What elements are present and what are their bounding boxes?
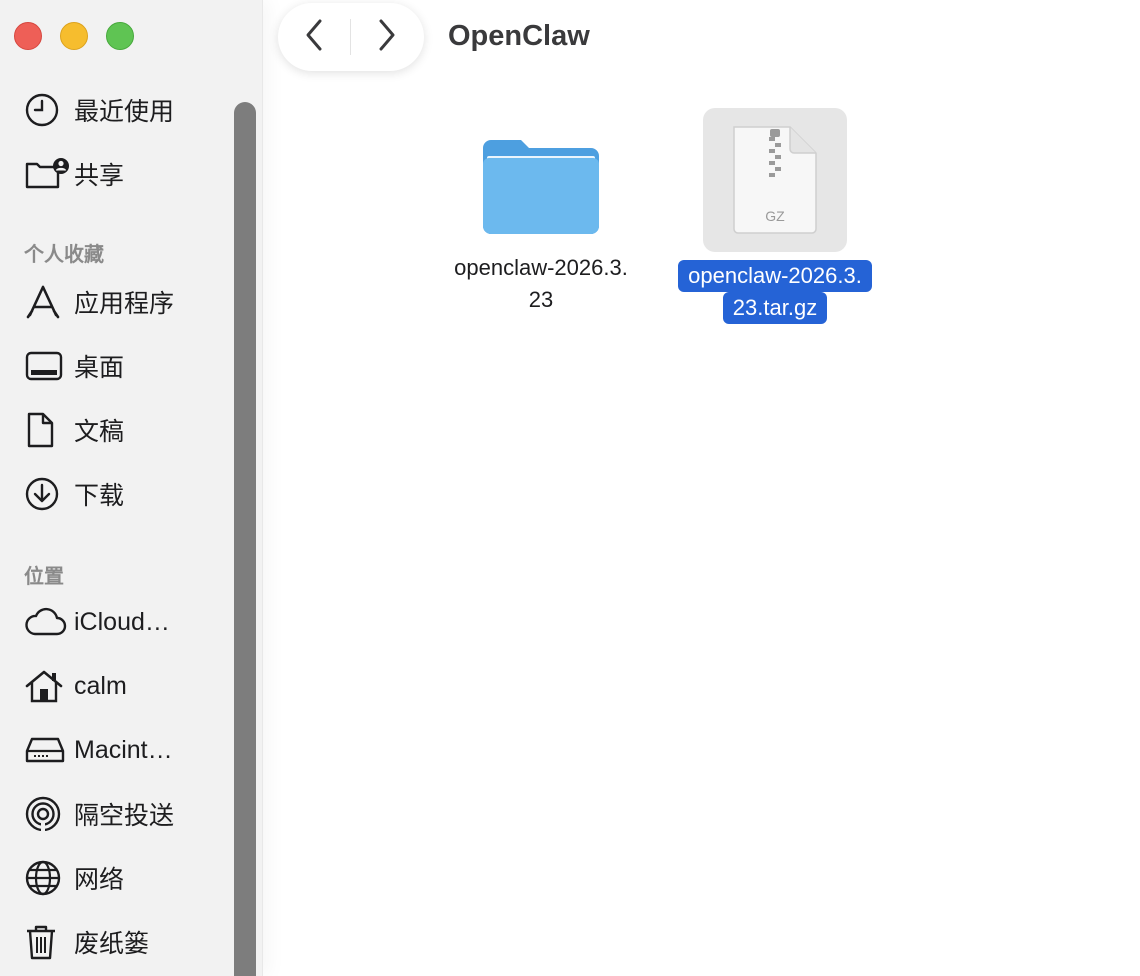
file-item-archive[interactable]: GZ openclaw-2026.3. 23.tar.gz xyxy=(660,108,890,324)
sidebar-item-label: 废纸篓 xyxy=(74,930,150,958)
home-icon xyxy=(24,666,74,706)
sidebar-item-label: 文稿 xyxy=(74,418,125,446)
sidebar-item-label: 应用程序 xyxy=(74,290,175,318)
sidebar-item-applications[interactable]: 应用程序 xyxy=(24,278,224,326)
sidebar-item-label: 网络 xyxy=(74,866,125,894)
trash-icon xyxy=(24,922,74,962)
minimize-button[interactable] xyxy=(60,22,88,50)
document-icon xyxy=(24,410,74,450)
folder-icon xyxy=(469,120,613,252)
sidebar-item-desktop[interactable]: 桌面 xyxy=(24,342,224,390)
sidebar-item-recents[interactable]: 最近使用 xyxy=(24,86,224,134)
sidebar-item-icloud[interactable]: iCloud… xyxy=(24,598,224,646)
sidebar-item-home[interactable]: calm xyxy=(24,662,224,710)
close-button[interactable] xyxy=(14,22,42,50)
sidebar-item-label: calm xyxy=(74,671,127,700)
sidebar-item-label: iCloud… xyxy=(74,607,170,636)
shared-folder-icon xyxy=(24,154,74,194)
sidebar-item-label: Macint… xyxy=(74,735,173,764)
sidebar-item-label: 共享 xyxy=(74,162,125,190)
file-name-selected: openclaw-2026.3. 23.tar.gz xyxy=(660,260,890,324)
sidebar-item-label: 下载 xyxy=(74,482,125,510)
sidebar-item-downloads[interactable]: 下载 xyxy=(24,470,224,518)
sidebar-item-airdrop[interactable]: 隔空投送 xyxy=(24,790,224,838)
sidebar-section-locations: 位置 xyxy=(24,566,64,588)
globe-icon xyxy=(24,858,74,898)
cloud-icon xyxy=(24,602,74,642)
download-icon xyxy=(24,474,74,514)
gz-archive-icon: GZ xyxy=(703,108,847,252)
chevron-left-icon xyxy=(303,18,325,57)
sidebar-item-documents[interactable]: 文稿 xyxy=(24,406,224,454)
navigation-buttons xyxy=(278,3,424,71)
zoom-button[interactable] xyxy=(106,22,134,50)
sidebar-item-label: 桌面 xyxy=(74,354,125,382)
hard-drive-icon xyxy=(24,730,74,770)
sidebar-item-trash[interactable]: 废纸篓 xyxy=(24,918,224,966)
sidebar-item-label: 隔空投送 xyxy=(74,802,175,830)
sidebar-section-favorites: 个人收藏 xyxy=(24,244,104,266)
back-button[interactable] xyxy=(278,3,350,71)
clock-icon xyxy=(24,90,74,130)
airdrop-icon xyxy=(24,794,74,834)
sidebar: 最近使用 共享 个人收藏 应用程序 桌面 文稿 下载 位置 iCloud… ca… xyxy=(0,0,263,976)
desktop-icon xyxy=(24,346,74,386)
sidebar-item-macintosh-hd[interactable]: Macint… xyxy=(24,726,224,774)
chevron-right-icon xyxy=(376,18,398,57)
gz-badge-text: GZ xyxy=(765,208,785,224)
applications-icon xyxy=(24,282,74,322)
file-item-folder[interactable]: openclaw-2026.3. 23 xyxy=(430,120,652,316)
sidebar-item-label: 最近使用 xyxy=(74,98,175,126)
window-title: OpenClaw xyxy=(448,20,590,52)
sidebar-item-network[interactable]: 网络 xyxy=(24,854,224,902)
window-controls xyxy=(14,22,134,50)
sidebar-item-shared[interactable]: 共享 xyxy=(24,150,224,198)
file-name: openclaw-2026.3. 23 xyxy=(454,255,628,312)
forward-button[interactable] xyxy=(351,3,423,71)
sidebar-scrollbar[interactable] xyxy=(234,102,256,976)
